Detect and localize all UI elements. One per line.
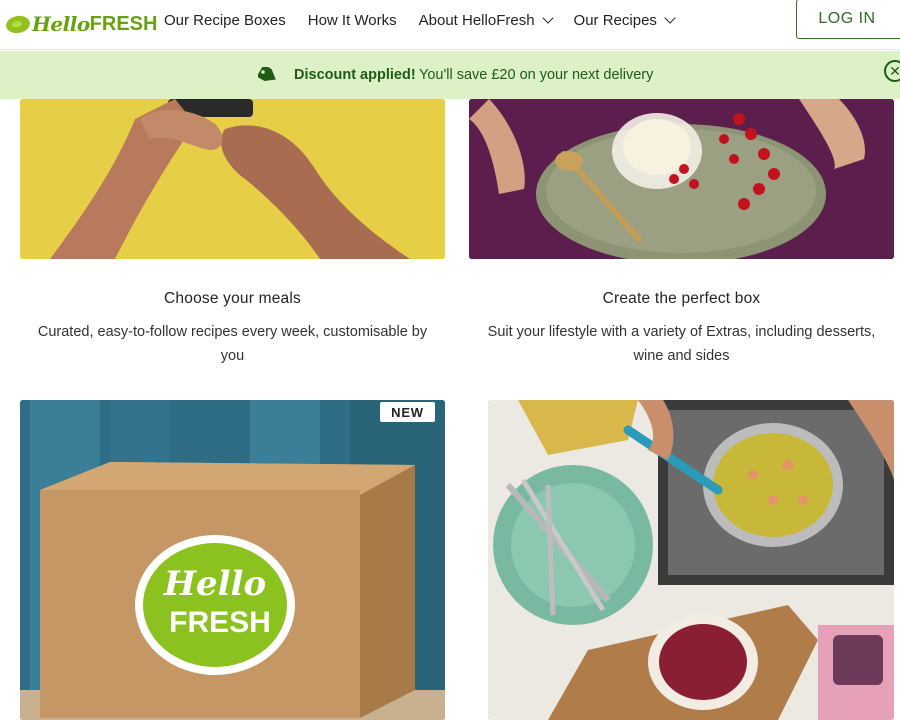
logo-hello-text: Hello bbox=[32, 12, 90, 36]
main-nav: Our Recipe Boxes How It Works About Hell… bbox=[164, 12, 696, 29]
lime-icon bbox=[4, 13, 32, 35]
cooking-scene-image bbox=[488, 400, 894, 720]
choose-meals-image bbox=[20, 99, 445, 259]
card-title-perfect-box: Create the perfect box bbox=[602, 290, 761, 307]
cardboard-box-illustration: Hello FRESH bbox=[20, 400, 445, 720]
card-desc-perfect-box: Suit your lifestyle with a variety of Ex… bbox=[487, 324, 876, 364]
nav-about-hellofresh[interactable]: About HelloFresh bbox=[418, 12, 554, 29]
tag-icon bbox=[258, 67, 276, 82]
cooking-illustration bbox=[488, 400, 894, 720]
perfect-box-image bbox=[469, 99, 894, 259]
discount-message: You'll save £20 on your next delivery bbox=[419, 67, 654, 83]
discount-applied-label: Discount applied! bbox=[294, 67, 416, 83]
discount-banner: Discount applied! You'll save £20 on you… bbox=[0, 51, 900, 99]
box-logo-fresh: FRESH bbox=[169, 606, 271, 639]
dessert-plate-illustration bbox=[469, 99, 894, 259]
nav-label: About HelloFresh bbox=[418, 12, 535, 29]
login-button[interactable]: LOG IN bbox=[796, 0, 900, 39]
nav-label: How It Works bbox=[307, 12, 397, 29]
nav-label: Our Recipe Boxes bbox=[164, 12, 286, 29]
site-header: Hello FRESH Our Recipe Boxes How It Work… bbox=[0, 0, 900, 50]
nav-label: Our Recipes bbox=[573, 12, 657, 29]
nav-recipe-boxes[interactable]: Our Recipe Boxes bbox=[164, 12, 286, 29]
hands-phone-illustration bbox=[20, 99, 445, 259]
box-logo-hello: Hello bbox=[163, 564, 266, 604]
hellofresh-box-image: Hello FRESH bbox=[20, 400, 445, 720]
card-desc-choose-meals: Curated, easy-to-follow recipes every we… bbox=[37, 324, 428, 364]
card-title-choose-meals: Choose your meals bbox=[164, 290, 301, 307]
nav-how-it-works[interactable]: How It Works bbox=[308, 12, 397, 29]
logo-fresh-text: FRESH bbox=[89, 12, 158, 35]
nav-our-recipes[interactable]: Our Recipes bbox=[573, 12, 676, 29]
hellofresh-logo[interactable]: Hello FRESH bbox=[4, 6, 158, 42]
new-badge: NEW bbox=[380, 402, 435, 422]
chevron-down-icon bbox=[664, 12, 676, 24]
chevron-down-icon bbox=[541, 12, 554, 24]
close-banner-button[interactable]: ✕ bbox=[884, 60, 900, 82]
